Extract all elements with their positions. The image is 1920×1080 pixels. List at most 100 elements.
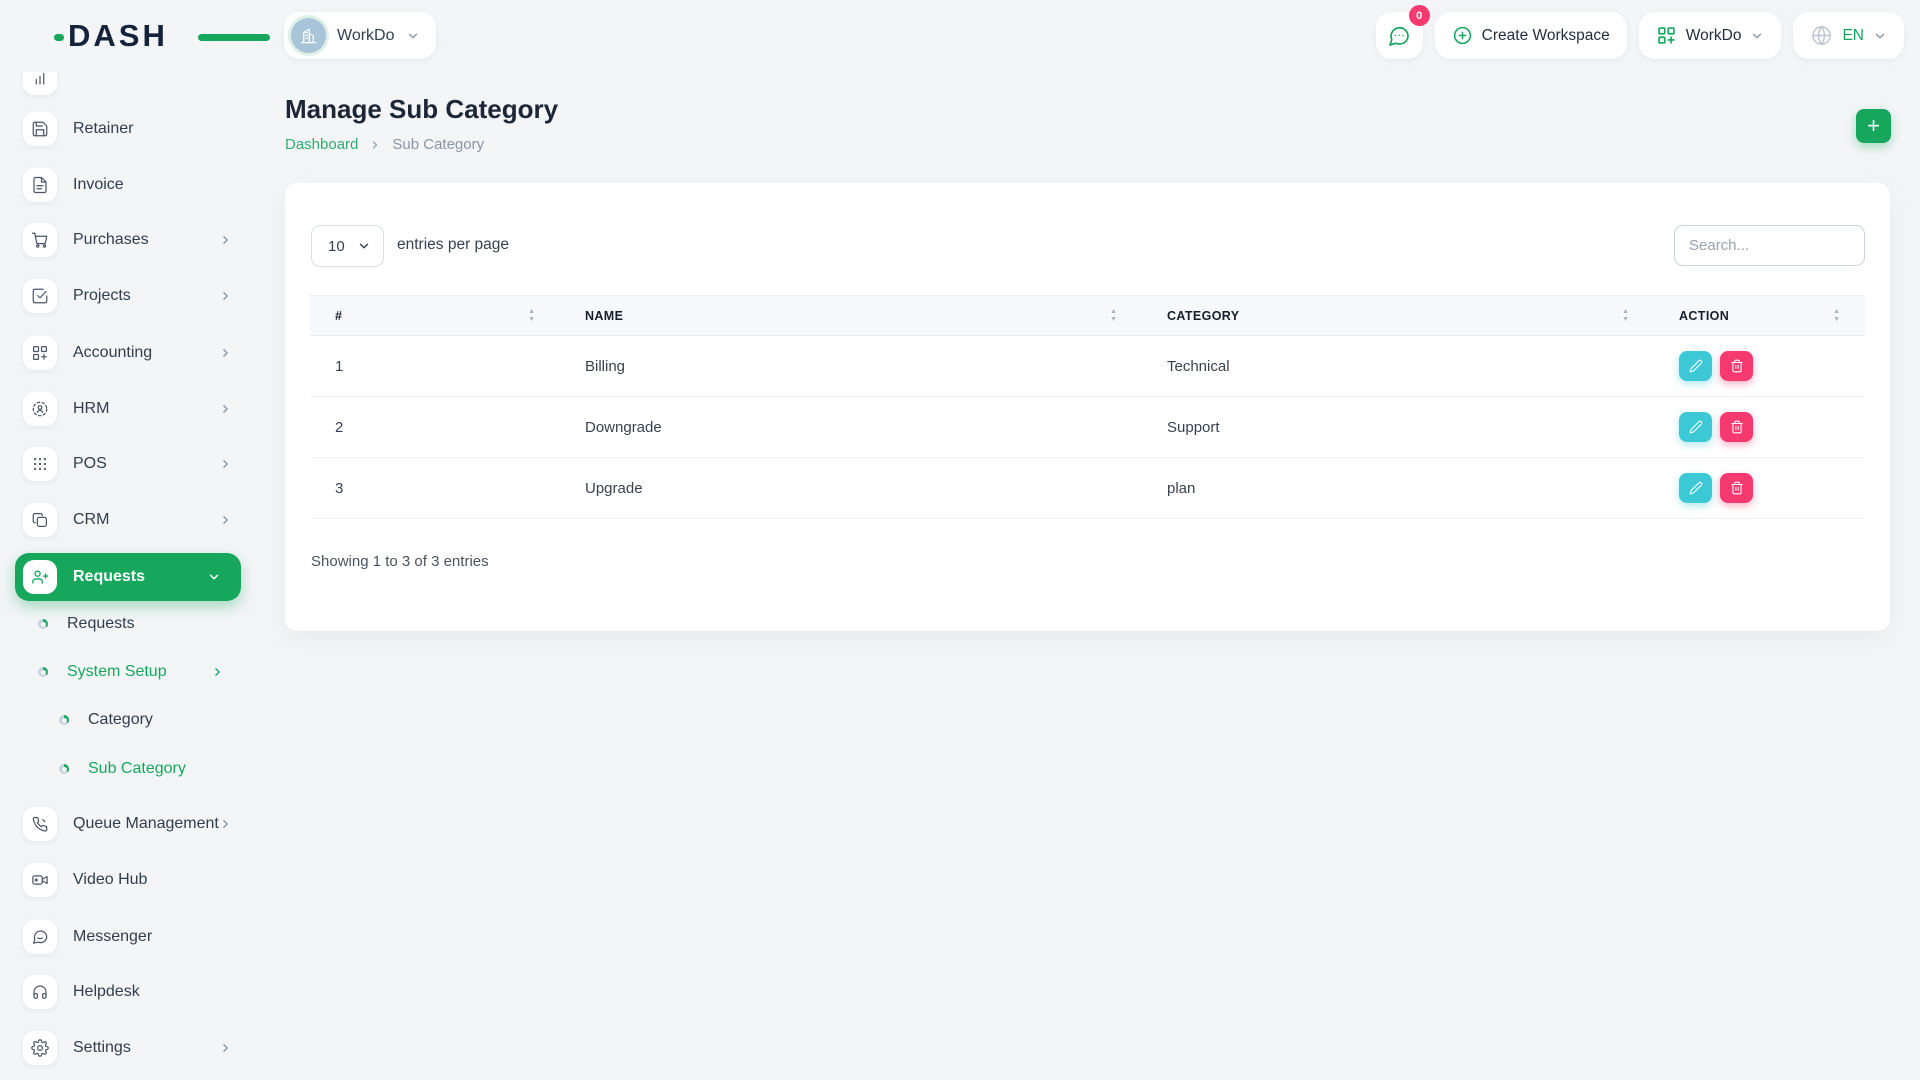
page-title: Manage Sub Category [285,94,558,125]
sidebar-item-retainer[interactable]: Retainer [0,105,260,153]
chevron-down-icon [1750,29,1764,43]
messages-button[interactable]: 0 [1376,12,1423,59]
sidebar-item-queue-management[interactable]: Queue Management [0,800,260,848]
sub-category-table: # NAME CATEGORY ACTION 1 Billing Technic… [310,295,1865,519]
workspace-menu-button[interactable]: WorkDo [1639,12,1782,59]
globe-icon [1810,24,1833,47]
sidebar-item-projects[interactable]: Projects [0,272,260,320]
sort-icon [1833,308,1840,323]
edit-button[interactable] [1679,473,1712,503]
create-workspace-button[interactable]: Create Workspace [1435,12,1627,59]
invoice-file-icon [23,168,57,202]
sidebar-item-video-hub[interactable]: Video Hub [0,856,260,904]
column-header-num[interactable]: # [310,296,560,336]
chevron-right-icon [219,403,232,416]
add-sub-category-button[interactable]: + [1856,109,1891,143]
sidebar-item-messenger[interactable]: Messenger [0,913,260,961]
column-header-action[interactable]: ACTION [1654,296,1865,336]
delete-button[interactable] [1720,473,1753,503]
chevron-right-icon [219,347,232,360]
chevron-right-icon [219,1042,232,1055]
edit-button[interactable] [1679,412,1712,442]
column-header-category[interactable]: CATEGORY [1142,296,1654,336]
user-plus-icon [23,560,57,594]
workspace-selector[interactable]: WorkDo [284,12,436,59]
cell-category: Support [1142,397,1654,458]
create-workspace-label: Create Workspace [1482,27,1610,45]
chevron-right-icon [211,666,224,679]
chat-bubble-icon [23,920,57,954]
sidebar-subitem-sub-category[interactable]: Sub Category [0,749,260,789]
sidebar-item-hrm[interactable]: HRM [0,385,260,433]
chevron-right-icon [369,139,381,151]
sidebar-subitem-category[interactable]: Category [0,700,260,740]
sidebar-item-clipped[interactable] [0,72,260,102]
chevron-right-icon [219,458,232,471]
cell-category: Technical [1142,336,1654,397]
edit-button[interactable] [1679,351,1712,381]
cell-num: 3 [310,458,560,519]
trash-icon [1730,420,1744,434]
clipped-icon [23,72,57,95]
table-header-row: # NAME CATEGORY ACTION [310,296,1865,336]
bullet-icon [59,715,69,725]
headphones-icon [23,975,57,1009]
sidebar-item-crm[interactable]: CRM [0,496,260,544]
cell-name: Downgrade [560,397,1142,458]
trash-icon [1730,481,1744,495]
table-row: 2 Downgrade Support [310,397,1865,458]
grid-plus-icon [1656,25,1677,46]
sidebar-subitem-system-setup[interactable]: System Setup [0,652,260,692]
chevron-right-icon [219,290,232,303]
sidebar-item-invoice[interactable]: Invoice [0,161,260,209]
logo-dot-icon [54,34,64,41]
user-dashed-circle-icon [23,392,57,426]
sidebar-item-helpdesk[interactable]: Helpdesk [0,968,260,1016]
table-footer-summary: Showing 1 to 3 of 3 entries [311,553,489,570]
search-input[interactable] [1674,225,1865,266]
entries-per-page-value: 10 [328,238,345,255]
sidebar-item-accounting[interactable]: Accounting [0,329,260,377]
delete-button[interactable] [1720,412,1753,442]
workspace-menu-label: WorkDo [1686,27,1742,45]
sidebar-item-settings[interactable]: Settings [0,1024,260,1072]
cell-name: Billing [560,336,1142,397]
cell-name: Upgrade [560,458,1142,519]
trash-icon [1730,359,1744,373]
sidebar-item-purchases[interactable]: Purchases [0,216,260,264]
phone-call-icon [23,807,57,841]
copy-squares-icon [23,503,57,537]
sidebar-item-requests[interactable]: Requests [15,553,241,601]
cell-num: 2 [310,397,560,458]
sidebar-subitem-requests[interactable]: Requests [0,604,260,644]
sort-icon [528,308,535,323]
topbar: DASH WorkDo 0 Create Workspace [0,0,1920,72]
check-square-icon [23,279,57,313]
workspace-avatar [291,18,326,53]
sub-category-card: 10 entries per page # NAME CATEGORY ACTI… [285,183,1890,631]
column-header-name[interactable]: NAME [560,296,1142,336]
save-icon [23,112,57,146]
breadcrumb: Dashboard Sub Category [285,136,484,153]
plus-circle-icon [1452,25,1473,46]
messages-count-badge: 0 [1409,5,1430,26]
building-icon [299,26,318,45]
bullet-icon [38,667,48,677]
entries-per-page-select[interactable]: 10 [311,225,384,267]
language-selector[interactable]: EN [1793,12,1904,59]
table-row: 3 Upgrade plan [310,458,1865,519]
logo-bar-icon [198,34,270,41]
entries-per-page-label: entries per page [397,236,509,254]
topbar-actions: 0 Create Workspace WorkDo EN [1376,12,1904,59]
chevron-down-icon [207,570,221,584]
sort-icon [1110,308,1117,323]
sidebar-item-pos[interactable]: POS [0,440,260,488]
dash-logo: DASH [68,18,228,54]
chevron-down-icon [406,29,420,43]
delete-button[interactable] [1720,351,1753,381]
video-camera-icon [23,863,57,897]
cell-category: plan [1142,458,1654,519]
bullet-icon [38,619,48,629]
table-row: 1 Billing Technical [310,336,1865,397]
breadcrumb-dashboard-link[interactable]: Dashboard [285,136,358,153]
